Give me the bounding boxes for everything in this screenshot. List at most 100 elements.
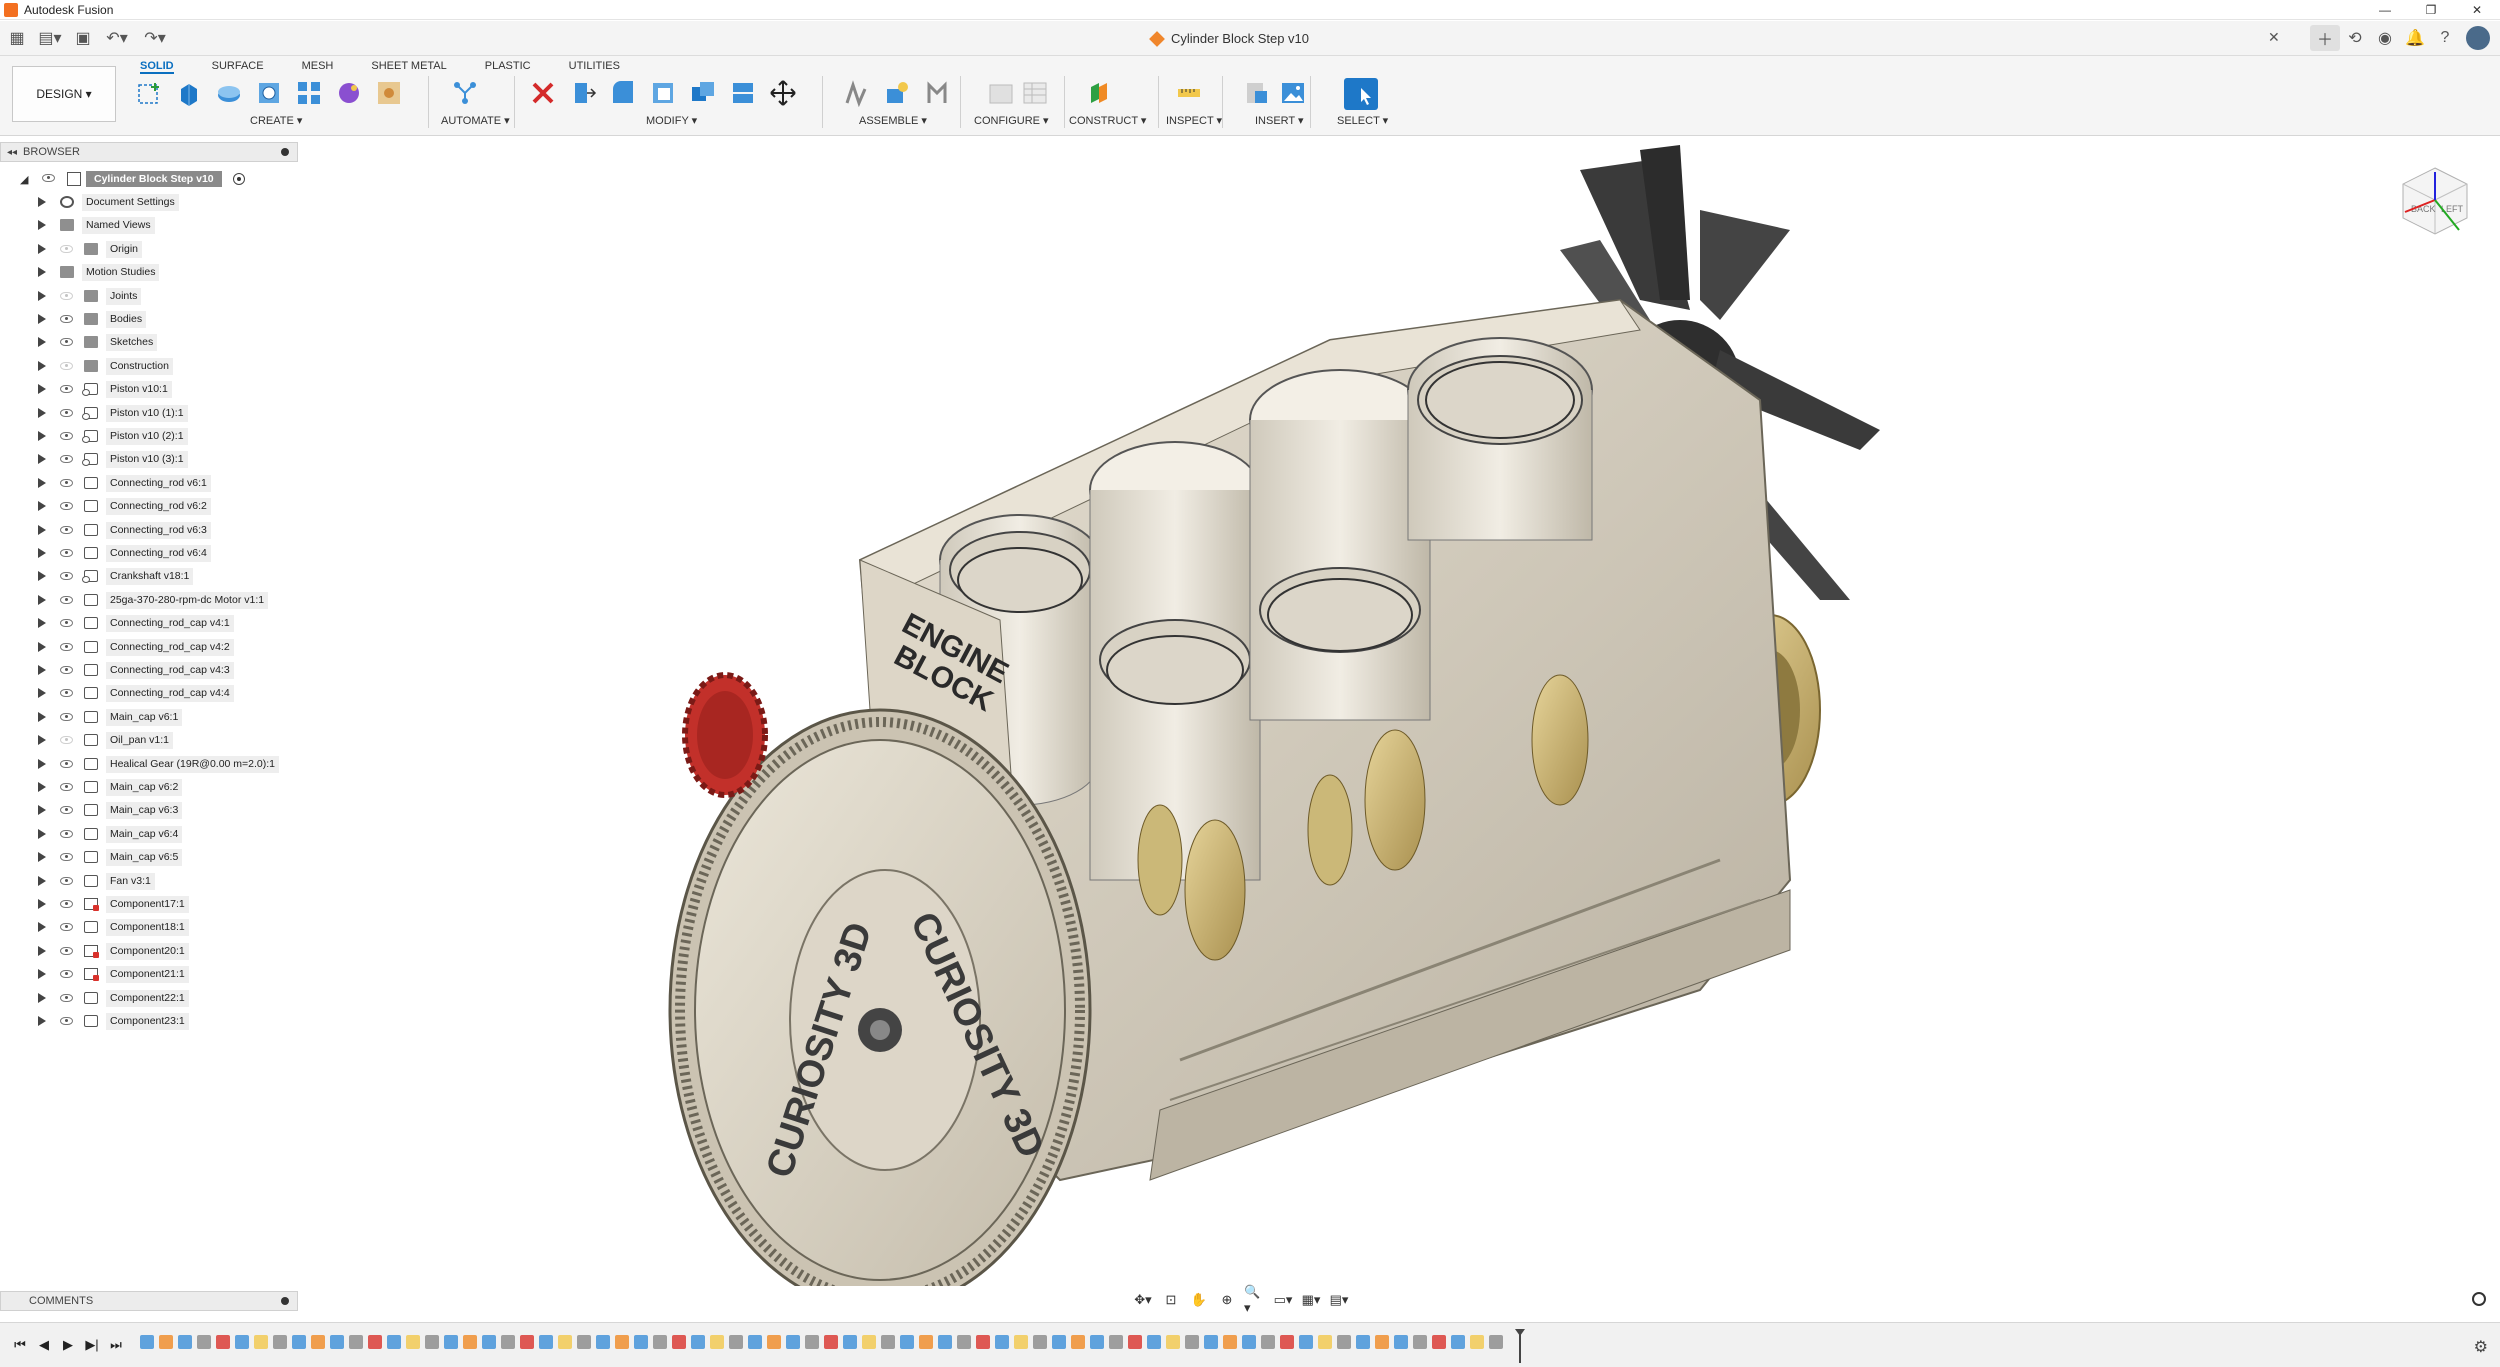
browser-item[interactable]: Connecting_rod_cap v4:4 — [0, 682, 300, 705]
browser-item[interactable]: Crankshaft v18:1 — [0, 565, 300, 588]
browser-item[interactable]: Motion Studies — [0, 261, 300, 284]
browser-item[interactable]: Main_cap v6:5 — [0, 846, 300, 869]
timeline-feature-icon[interactable] — [1394, 1335, 1408, 1349]
timeline-feature-icon[interactable] — [672, 1335, 686, 1349]
timeline-play-icon[interactable]: ▶ — [56, 1337, 80, 1353]
visibility-eye-icon[interactable] — [60, 970, 73, 979]
engine-model[interactable]: ENGINE BLOCK CURIOSITY 3D CURIOSITY 3D — [300, 136, 2500, 1312]
visibility-eye-icon[interactable] — [60, 923, 73, 932]
select-icon[interactable] — [1344, 78, 1378, 110]
browser-item[interactable]: Connecting_rod_cap v4:1 — [0, 612, 300, 635]
timeline-feature-icon[interactable] — [235, 1335, 249, 1349]
expand-arrow-icon[interactable] — [38, 618, 46, 629]
visibility-eye-icon[interactable] — [60, 829, 73, 838]
timeline-feature-icon[interactable] — [1299, 1335, 1313, 1349]
visibility-eye-icon[interactable] — [60, 712, 73, 721]
visibility-eye-icon[interactable] — [60, 455, 73, 464]
expand-arrow-icon[interactable] — [38, 524, 46, 535]
timeline-settings-icon[interactable]: ⚙ — [2474, 1337, 2488, 1357]
grid-settings-icon[interactable]: ▦▾ — [1300, 1291, 1322, 1309]
expand-arrow-icon[interactable] — [38, 969, 46, 980]
browser-item[interactable]: 25ga-370-280-rpm-dc Motor v1:1 — [0, 589, 300, 612]
expand-arrow-icon[interactable] — [38, 992, 46, 1003]
timeline-feature-icon[interactable] — [1071, 1335, 1085, 1349]
timeline-feature-icon[interactable] — [387, 1335, 401, 1349]
visibility-eye-icon[interactable] — [60, 478, 73, 487]
browser-item[interactable]: Component21:1 — [0, 963, 300, 986]
browser-item[interactable]: Connecting_rod v6:2 — [0, 495, 300, 518]
expand-arrow-icon[interactable] — [38, 875, 46, 886]
close-tab-icon[interactable]: ✕ — [2268, 29, 2280, 46]
timeline-feature-icon[interactable] — [1109, 1335, 1123, 1349]
timeline-feature-icon[interactable] — [1489, 1335, 1503, 1349]
browser-pin-icon[interactable] — [281, 148, 289, 156]
timeline-feature-icon[interactable] — [1337, 1335, 1351, 1349]
browser-item[interactable]: Fan v3:1 — [0, 870, 300, 893]
timeline-marker[interactable] — [1515, 1329, 1525, 1363]
expand-arrow-icon[interactable] — [38, 641, 46, 652]
timeline-feature-icon[interactable] — [1223, 1335, 1237, 1349]
visibility-eye-icon[interactable] — [60, 595, 73, 604]
expand-arrow-icon[interactable] — [38, 548, 46, 558]
timeline-feature-icon[interactable] — [311, 1335, 325, 1349]
timeline-feature-icon[interactable] — [273, 1335, 287, 1349]
expand-arrow-icon[interactable] — [38, 243, 46, 254]
tab-plastic[interactable]: PLASTIC — [485, 56, 531, 74]
timeline-feature-icon[interactable] — [1451, 1335, 1465, 1349]
delete-icon[interactable] — [528, 78, 558, 108]
timeline-feature-icon[interactable] — [178, 1335, 192, 1349]
timeline-feature-icon[interactable] — [1204, 1335, 1218, 1349]
browser-item[interactable]: Healical Gear (19R@0.00 m=2.0):1 — [0, 753, 300, 776]
notifications-icon[interactable]: 🔔 — [2400, 25, 2430, 51]
insert-canvas-icon[interactable] — [1278, 78, 1308, 108]
comments-pin-icon[interactable] — [281, 1297, 289, 1305]
group-select[interactable]: SELECT ▾ — [1337, 114, 1388, 127]
group-inspect[interactable]: INSPECT ▾ — [1166, 114, 1222, 127]
timeline-feature-icon[interactable] — [653, 1335, 667, 1349]
group-insert[interactable]: INSERT ▾ — [1255, 114, 1304, 127]
timeline-feature-icon[interactable] — [957, 1335, 971, 1349]
automate-icon[interactable] — [450, 78, 480, 108]
timeline-feature-icon[interactable] — [520, 1335, 534, 1349]
pan-icon[interactable]: ✋ — [1188, 1291, 1210, 1309]
visibility-eye-icon[interactable] — [60, 385, 73, 394]
timeline-feature-icon[interactable] — [1128, 1335, 1142, 1349]
visibility-eye-icon[interactable] — [60, 338, 73, 347]
helical-gear[interactable] — [682, 672, 768, 798]
group-automate[interactable]: AUTOMATE ▾ — [441, 114, 510, 127]
timeline-feature-icon[interactable] — [615, 1335, 629, 1349]
timeline-feature-icon[interactable] — [596, 1335, 610, 1349]
visibility-eye-icon[interactable] — [60, 806, 73, 815]
expand-arrow-icon[interactable] — [38, 805, 46, 816]
browser-item[interactable]: Origin — [0, 238, 300, 261]
browser-item[interactable]: Named Views — [0, 214, 300, 237]
timeline-feature-icon[interactable] — [1356, 1335, 1370, 1349]
timeline-feature-icon[interactable] — [140, 1335, 154, 1349]
expand-arrow-icon[interactable] — [38, 735, 46, 746]
expand-arrow-icon[interactable] — [38, 711, 46, 722]
visibility-eye-icon[interactable] — [60, 689, 73, 698]
browser-header[interactable]: ◂◂ BROWSER — [0, 142, 298, 162]
collapse-browser-icon[interactable]: ◂◂ — [7, 147, 17, 158]
expand-arrow-icon[interactable] — [38, 384, 46, 395]
revolve-icon[interactable] — [214, 78, 244, 108]
expand-arrow-icon[interactable] — [38, 782, 46, 792]
browser-item[interactable]: Document Settings — [0, 191, 300, 214]
canvas-viewport[interactable]: ENGINE BLOCK CURIOSITY 3D CURIOSITY 3D — [300, 136, 2500, 1312]
timeline-feature-icon[interactable] — [216, 1335, 230, 1349]
group-create[interactable]: CREATE ▾ — [250, 114, 302, 127]
visibility-eye-icon[interactable] — [60, 736, 73, 745]
extensions-icon[interactable]: ⟲ — [2340, 25, 2370, 51]
move-copy-icon[interactable] — [768, 78, 798, 108]
visibility-eye-icon[interactable] — [60, 759, 73, 768]
expand-arrow-icon[interactable] — [38, 688, 46, 699]
visibility-eye-icon[interactable] — [60, 853, 73, 862]
timeline-feature-icon[interactable] — [197, 1335, 211, 1349]
timeline-feature-icon[interactable] — [444, 1335, 458, 1349]
browser-item[interactable]: Connecting_rod_cap v4:3 — [0, 659, 300, 682]
timeline-feature-icon[interactable] — [862, 1335, 876, 1349]
timeline-feature-icon[interactable] — [577, 1335, 591, 1349]
group-construct[interactable]: CONSTRUCT ▾ — [1069, 114, 1146, 127]
group-assemble[interactable]: ASSEMBLE ▾ — [859, 114, 927, 127]
group-configure[interactable]: CONFIGURE ▾ — [974, 114, 1049, 127]
